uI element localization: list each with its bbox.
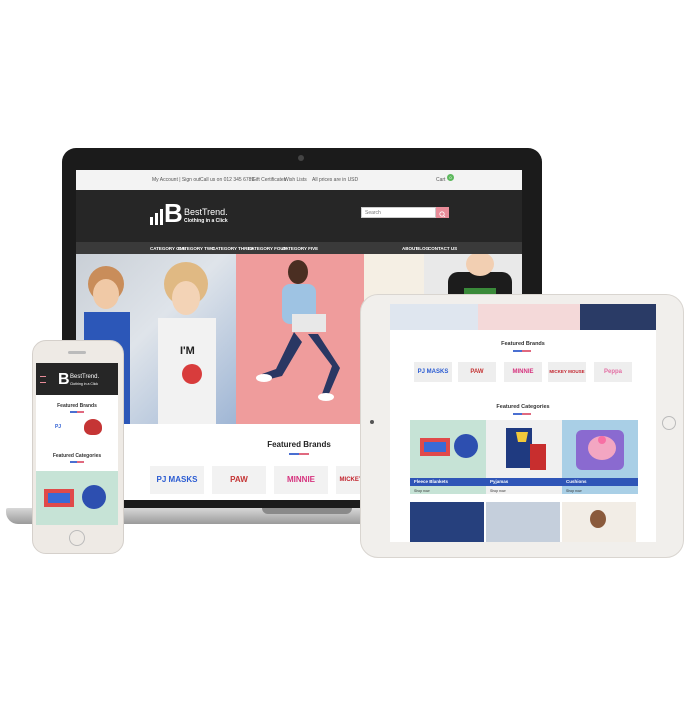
phone-home-button[interactable] <box>69 530 85 546</box>
phone-brand-pjmasks[interactable]: PJ <box>44 419 72 435</box>
shop-now-link[interactable]: Shop now <box>490 489 506 493</box>
tablet-brand-minnie[interactable]: MINNIE <box>504 362 542 382</box>
menu-icon[interactable] <box>40 376 46 383</box>
tablet-brand-peppa[interactable]: Peppa <box>594 362 632 382</box>
tablet-screen: Featured Brands PJ MASKS PAW MINNIE MICK… <box>390 304 656 542</box>
hero-image-jumping-girl[interactable] <box>236 254 364 424</box>
title-underline <box>513 350 531 352</box>
phone-speaker <box>68 351 86 354</box>
laptop-notch <box>262 508 352 514</box>
tablet-featured-categories-title: Featured Categories <box>496 404 550 410</box>
title-underline <box>513 413 531 415</box>
top-bar: My Account | Sign out Call us on 012 345… <box>76 170 522 190</box>
search-input[interactable]: Search <box>361 207 436 218</box>
shop-now-link[interactable]: Shop now <box>414 489 430 493</box>
currency-text[interactable]: All prices are in USD <box>312 177 358 183</box>
tablet-category-label: Fleece Blankets <box>410 478 486 486</box>
tablet-category-card[interactable]: Pyjamas Shop now <box>486 420 562 494</box>
brand-tile-pjmasks[interactable]: PJ MASKS <box>150 466 204 494</box>
site-header: B BestTrend. Clothing in a Click Search <box>76 190 522 242</box>
svg-text:I'M: I'M <box>180 345 195 357</box>
tablet-category-card[interactable]: Fleece Blankets Shop now <box>410 420 486 494</box>
phone-featured-categories-title: Featured Categories <box>52 453 102 459</box>
tablet-brand-pjmasks[interactable]: PJ MASKS <box>414 362 452 382</box>
logo-tagline: Clothing in a Click <box>184 218 228 224</box>
tablet-camera <box>370 420 374 424</box>
phone-text: Call us on 012 345 6789 <box>200 177 255 183</box>
logo-name[interactable]: BestTrend. <box>184 207 228 217</box>
phone-category-card[interactable] <box>36 471 118 525</box>
tablet-brand-mickey[interactable]: MICKEY MOUSE <box>548 362 586 382</box>
nav-item-contact[interactable]: CONTACT US <box>428 246 457 251</box>
tablet-category-card-partial[interactable] <box>562 502 636 542</box>
cart-count-badge: 0 <box>447 174 454 181</box>
title-underline <box>70 411 84 413</box>
title-underline <box>70 461 84 463</box>
logo-letter[interactable]: B <box>164 200 183 226</box>
tablet-category-label: Pyjamas <box>486 478 562 486</box>
tablet-featured-brands-title: Featured Brands <box>501 341 545 347</box>
phone-logo-tagline: Clothing in a Click <box>70 382 99 386</box>
account-link[interactable]: My Account | Sign out <box>152 177 200 183</box>
phone-featured-brands-title: Featured Brands <box>57 403 97 409</box>
title-underline <box>289 453 309 455</box>
brand-tile-paw[interactable]: PAW <box>212 466 266 494</box>
phone-logo-letter[interactable]: B <box>58 372 70 388</box>
tablet-hero-strip <box>390 304 656 330</box>
tablet-brand-paw[interactable]: PAW <box>458 362 496 382</box>
tablet-category-card-partial[interactable] <box>410 502 484 542</box>
shop-now-link[interactable]: Shop now <box>566 489 582 493</box>
phone-brand-paw[interactable] <box>84 419 102 435</box>
tablet-home-button[interactable] <box>662 416 676 430</box>
search-icon <box>439 211 446 218</box>
search-button[interactable] <box>436 207 449 218</box>
main-nav: CATEGORY ONE CATEGORY TWO CATEGORY THREE… <box>76 242 522 254</box>
gift-certificates-link[interactable]: Gift Certificates <box>252 177 286 183</box>
phone-screen: B BestTrend. Clothing in a Click Feature… <box>36 363 118 525</box>
phone-header: B BestTrend. Clothing in a Click <box>36 363 118 395</box>
nav-item-category-five[interactable]: CATEGORY FIVE <box>282 246 318 251</box>
laptop-camera <box>298 155 304 161</box>
tablet-category-card-partial[interactable] <box>486 502 560 542</box>
cart-link[interactable]: Cart <box>436 177 445 183</box>
nav-item-category-two[interactable]: CATEGORY TWO <box>178 246 215 251</box>
tablet-category-card[interactable]: Cushions Shop now <box>562 420 638 494</box>
brand-tile-minnie[interactable]: MINNIE <box>274 466 328 494</box>
wishlist-link[interactable]: Wish Lists <box>284 177 307 183</box>
tablet-category-label: Cushions <box>562 478 638 486</box>
phone-logo-name[interactable]: BestTrend. <box>70 374 99 380</box>
